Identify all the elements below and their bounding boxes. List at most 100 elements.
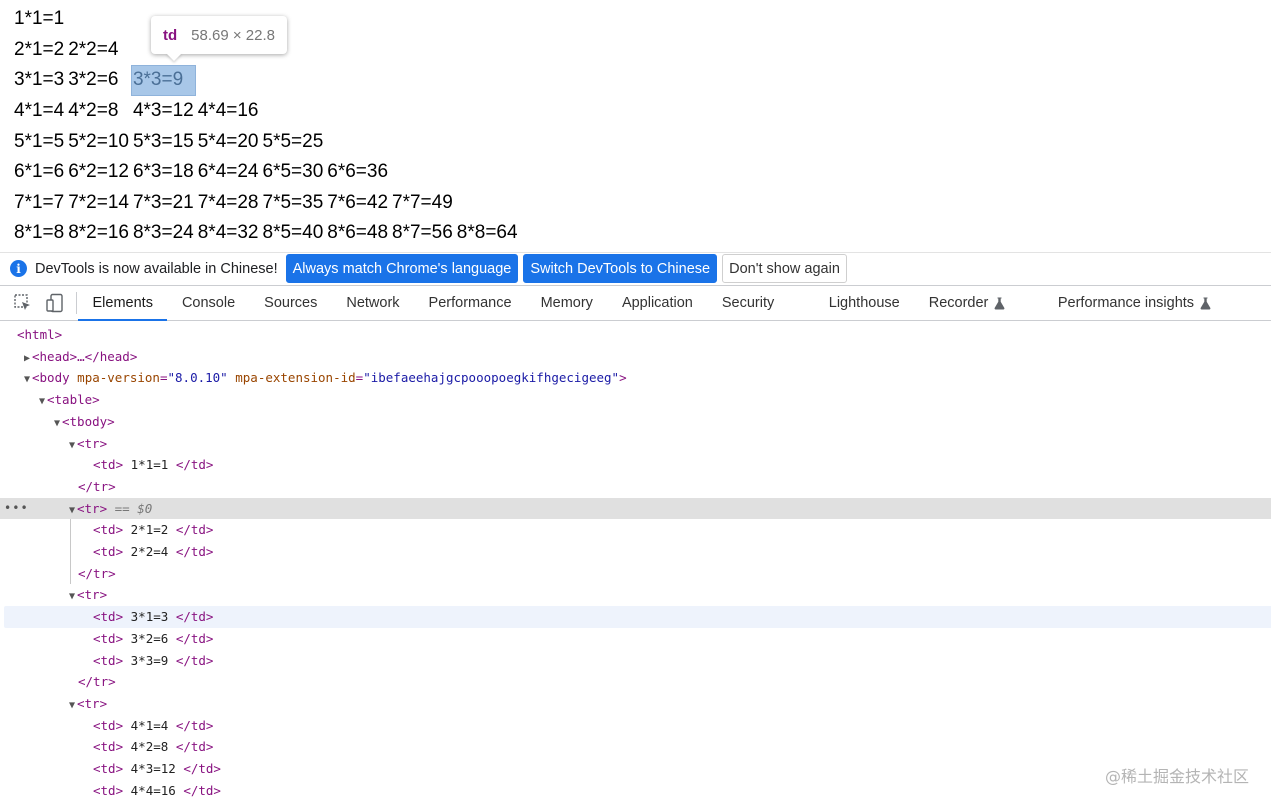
dom-tree-line[interactable]: ▼ <table>	[0, 389, 1271, 411]
tab-console[interactable]: Console	[167, 286, 249, 320]
dom-tree-line[interactable]: <td> 3*3=9 </td>	[0, 650, 1271, 672]
inspect-element-icon[interactable]	[12, 292, 34, 314]
dom-text-node: 2*1=2	[130, 522, 169, 538]
expand-triangle-icon[interactable]: ▼	[67, 435, 77, 457]
node-actions-ellipsis-icon[interactable]: •••	[4, 498, 29, 520]
tab-network[interactable]: Network	[332, 286, 414, 320]
td-open-tag: <td>	[93, 457, 124, 473]
tab-security[interactable]: Security	[707, 286, 814, 320]
expand-triangle-icon[interactable]: ▼	[22, 369, 32, 391]
nesting-guide-line	[70, 519, 71, 585]
dom-tree-line[interactable]: ▼ <tbody>	[0, 411, 1271, 433]
table-cell: 5*4=20	[197, 130, 259, 152]
device-toolbar-icon[interactable]	[44, 292, 66, 314]
dom-tree-line[interactable]: <td> 1*1=1 </td>	[0, 454, 1271, 476]
dom-tree-line[interactable]: ▼ <tr>	[0, 433, 1271, 455]
expand-triangle-icon[interactable]: ▼	[67, 586, 77, 608]
table-cell: 6*3=18	[132, 161, 194, 183]
watermark: @稀土掘金技术社区	[1104, 767, 1249, 786]
td-open-tag: <td>	[93, 782, 124, 798]
expand-triangle-icon[interactable]: ▼	[67, 695, 77, 717]
dom-tree-line[interactable]: <td> 4*2=8 </td>	[0, 736, 1271, 758]
dom-tree-line[interactable]: ▼ <tr>	[0, 693, 1271, 715]
table-cell: 8*6=48	[327, 222, 389, 244]
td-open-tag: <td>	[93, 630, 124, 646]
expand-triangle-icon[interactable]: ▼	[37, 391, 47, 413]
table-cell: 7*3=21	[132, 191, 194, 213]
td-open-tag: <td>	[93, 544, 124, 559]
info-icon: i	[10, 260, 27, 277]
devtools-tabbar: Elements Console Sources Network Performance…	[0, 285, 1271, 321]
table-cell: 1*1=1	[14, 8, 65, 30]
td-close-tag: </td>	[175, 522, 214, 538]
table-cell: 6*5=30	[262, 161, 324, 183]
tab-label: Elements	[92, 295, 153, 311]
experimental-flask-icon	[994, 297, 1005, 310]
tab-label: Security	[721, 295, 775, 311]
tab-performance-insights[interactable]: Performance insights	[1043, 286, 1225, 320]
dom-tree-line[interactable]: <td> 2*2=4 </td>	[0, 541, 1271, 563]
dom-tree-line[interactable]: </tr>	[0, 476, 1271, 498]
td-close-tag: </td>	[183, 782, 221, 798]
tr-close-tag: </tr>	[78, 565, 116, 581]
table-cell: 5*3=15	[132, 130, 194, 152]
always-match-language-button[interactable]: Always match Chrome's language	[285, 254, 519, 283]
expand-triangle-icon[interactable]: ▼	[52, 413, 62, 435]
dom-tree-line[interactable]: <td> 2*1=2 </td>	[0, 519, 1271, 541]
dom-tree-line[interactable]: <td> 3*1=3 </td>	[4, 606, 1271, 628]
td-open-tag: <td>	[93, 717, 124, 733]
tab-label: Sources	[264, 295, 318, 311]
tab-lighthouse[interactable]: Lighthouse	[814, 286, 914, 320]
dom-tree-line[interactable]: </tr>	[0, 671, 1271, 693]
table-cell: 4*1=4	[14, 100, 65, 122]
dom-tree-line[interactable]: <td> 4*1=4 </td>	[0, 715, 1271, 737]
selected-node-marker: == $0	[114, 500, 153, 516]
table-cell: 6*2=12	[68, 161, 129, 183]
attr-value: "ibefaeehajgcpooopoegkifhgecigeeg"	[363, 370, 620, 386]
table-row: 5*1=5 5*2=10 5*3=15 5*4=20 5*5=25	[13, 127, 519, 156]
dom-tree-line[interactable]: </tr>	[0, 563, 1271, 585]
dom-tree-line[interactable]: <td> 3*2=6 </td>	[0, 628, 1271, 650]
table-cell: 4*2=8	[68, 100, 119, 122]
expand-triangle-icon[interactable]: ▶	[22, 348, 32, 370]
table-row: 3*1=3 3*2=6 3*3=9	[13, 65, 519, 96]
table-cell: 3*1=3	[14, 69, 65, 91]
tab-elements[interactable]: Elements	[78, 286, 168, 321]
td-close-tag: </td>	[175, 717, 214, 733]
tr-close-tag: </tr>	[78, 674, 116, 690]
dom-tree-line[interactable]: <td> 4*4=16 </td>	[0, 780, 1271, 802]
tbody-tag: <tbody>	[62, 413, 115, 429]
table-cell: 8*4=32	[197, 222, 259, 244]
dom-tree-line[interactable]: ▶ <head>…</head>	[0, 346, 1271, 368]
switch-to-chinese-button[interactable]: Switch DevTools to Chinese	[523, 254, 718, 283]
table-cell: 5*2=10	[68, 130, 129, 152]
tooltip-tag: td	[163, 26, 178, 44]
table-cell: 8*7=56	[392, 222, 453, 244]
tab-application[interactable]: Application	[607, 286, 707, 320]
table-cell: 7*6=42	[327, 191, 389, 213]
tab-sources[interactable]: Sources	[250, 286, 332, 320]
selected-dom-node[interactable]: ▼ <tr> == $0 •••	[0, 497, 1271, 522]
expand-triangle-icon[interactable]: ▼	[67, 500, 77, 522]
experimental-flask-icon	[1200, 297, 1211, 310]
tab-label: Recorder	[928, 295, 989, 311]
attr-name: mpa-extension-id	[235, 370, 356, 386]
dom-tree-line[interactable]: ▼ <body mpa-version="8.0.10" mpa-extensio…	[0, 367, 1271, 389]
dom-text-node: 3*1=3	[130, 609, 169, 625]
tab-performance[interactable]: Performance	[414, 286, 526, 320]
dom-text-node: 4*2=8	[130, 739, 169, 755]
tab-recorder[interactable]: Recorder	[914, 286, 1043, 320]
body-tag-close: >	[619, 370, 627, 386]
tooltip-arrow	[166, 53, 182, 61]
dom-tree-line[interactable]: ▼ <tr>	[0, 584, 1271, 606]
dom-text-node: 3*3=9	[130, 652, 169, 668]
table-cell: 8*1=8	[14, 222, 65, 244]
dom-tree-line[interactable]: <td> 4*3=12 </td>	[0, 758, 1271, 780]
tr-tag: <tr>	[77, 587, 108, 603]
dom-tree-line[interactable]: <html>	[0, 324, 1271, 346]
dont-show-again-button[interactable]: Don't show again	[722, 254, 847, 283]
tab-label: Memory	[540, 295, 593, 311]
table-cell: 6*6=36	[327, 161, 389, 183]
tab-memory[interactable]: Memory	[526, 286, 607, 320]
table-tag: <table>	[47, 392, 100, 408]
